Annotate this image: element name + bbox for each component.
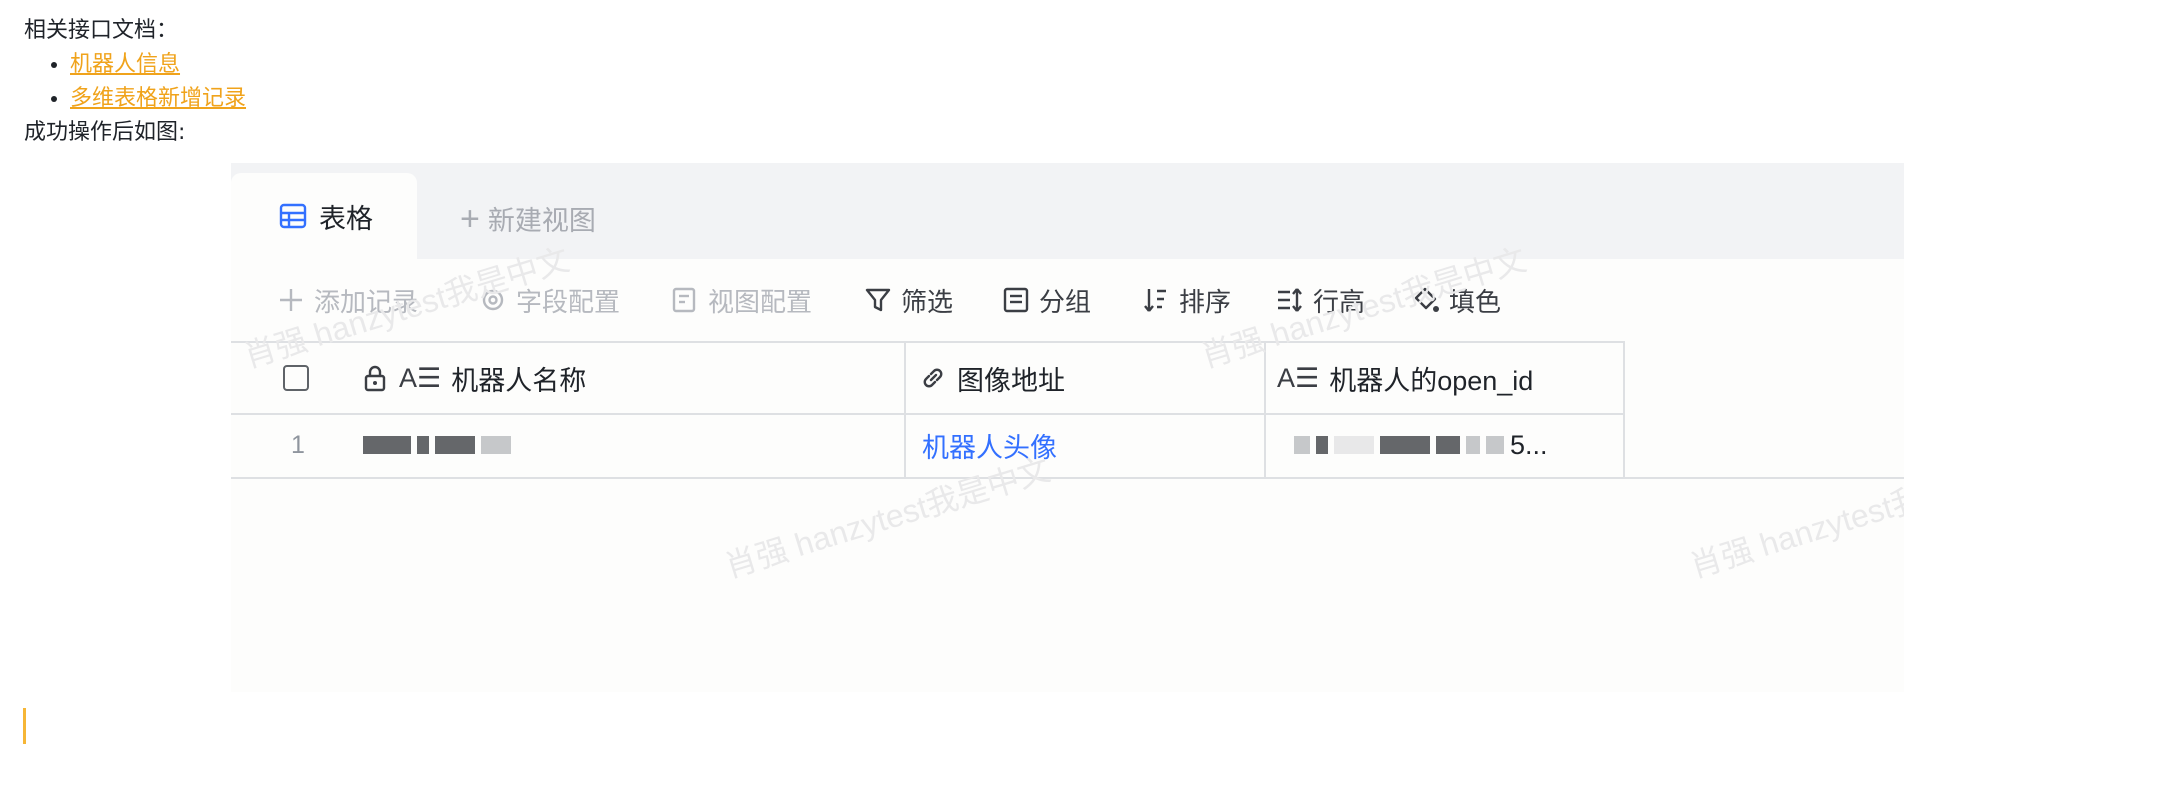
field-config-button[interactable]: 字段配置 [478, 259, 620, 341]
toolbar: 添加记录 字段配置 视图配置 筛选 分组 排序 行高 填色 [231, 259, 1904, 341]
column-label: 图像地址 [957, 365, 1065, 396]
row-index: 1 [291, 430, 305, 459]
tab-table-label: 表格 [319, 203, 373, 234]
column-header-robot-name[interactable]: A☰ 机器人名称 [361, 343, 586, 413]
plus-icon [276, 285, 306, 315]
column-divider [904, 343, 906, 413]
new-view-label: 新建视图 [487, 206, 596, 236]
image-url-cell[interactable]: 机器人头像 [922, 413, 1057, 477]
open-id-cell[interactable]: 5... [1294, 413, 1548, 477]
bitable-add-record-link[interactable]: 多维表格新增记录 [70, 86, 246, 111]
lock-icon [361, 363, 389, 393]
doc-link-list: 机器人信息 多维表格新增记录 [24, 48, 246, 116]
robot-name-cell[interactable] [363, 413, 517, 477]
column-label: 机器人名称 [451, 365, 587, 396]
column-label: 机器人的open_id [1329, 365, 1534, 396]
plus-icon: + [460, 199, 480, 238]
column-divider [1623, 413, 1625, 477]
header-row: A☰ 机器人名称 图像地址 A☰ 机器人的open_id [231, 341, 1625, 415]
filter-icon [863, 285, 893, 315]
column-divider [1264, 413, 1266, 477]
view-tab-bar: 表格 + 新建视图 [231, 163, 1904, 259]
column-header-image-url[interactable]: 图像地址 [919, 343, 1065, 413]
column-header-open-id[interactable]: A☰ 机器人的open_id [1277, 343, 1533, 413]
view-config-label: 视图配置 [708, 286, 813, 317]
column-divider [1264, 343, 1266, 413]
row-height-label: 行高 [1313, 286, 1366, 317]
intro-text: 相关接口文档： [24, 18, 179, 43]
result-text: 成功操作后如图: [24, 120, 186, 145]
doc-body: 相关接口文档： 机器人信息 多维表格新增记录 成功操作后如图: [24, 14, 246, 150]
table-grid-icon [279, 202, 307, 230]
avatar-link[interactable]: 机器人头像 [922, 426, 1057, 465]
tab-table[interactable]: 表格 [231, 173, 417, 259]
fill-color-label: 填色 [1449, 286, 1502, 317]
robot-info-link[interactable]: 机器人信息 [70, 52, 180, 77]
group-label: 分组 [1039, 286, 1092, 317]
new-view-button[interactable]: + 新建视图 [460, 199, 596, 238]
result-screenshot: 表格 + 新建视图 添加记录 字段配置 视图配置 筛选 分组 排序 行高 填色 … [231, 163, 1904, 692]
filter-button[interactable]: 筛选 [863, 259, 953, 341]
filter-label: 筛选 [901, 286, 954, 317]
column-divider [904, 413, 906, 477]
group-icon [1001, 285, 1031, 315]
text-field-icon: A☰ [1277, 362, 1320, 393]
fill-color-button[interactable]: 填色 [1411, 259, 1501, 341]
view-settings-icon [670, 285, 700, 315]
select-all-checkbox[interactable] [283, 343, 309, 413]
sort-button[interactable]: 排序 [1141, 259, 1231, 341]
group-button[interactable]: 分组 [1001, 259, 1091, 341]
column-divider [1623, 343, 1625, 413]
add-record-label: 添加记录 [314, 286, 419, 317]
add-record-button[interactable]: 添加记录 [276, 259, 418, 341]
field-config-label: 字段配置 [516, 286, 621, 317]
link-icon [919, 364, 947, 392]
gear-icon [478, 285, 508, 315]
sort-label: 排序 [1179, 286, 1232, 317]
sort-icon [1141, 285, 1171, 315]
view-config-button[interactable]: 视图配置 [670, 259, 812, 341]
list-item: 机器人信息 [70, 48, 246, 82]
text-field-icon: A☰ [399, 362, 442, 393]
list-item: 多维表格新增记录 [70, 82, 246, 116]
row-height-button[interactable]: 行高 [1275, 259, 1365, 341]
paint-bucket-icon [1411, 285, 1441, 315]
open-id-suffix: 5... [1510, 429, 1548, 460]
text-cursor [23, 708, 26, 744]
table-row[interactable]: 1 机器人头像 5... [231, 413, 1904, 479]
row-height-icon [1275, 285, 1305, 315]
